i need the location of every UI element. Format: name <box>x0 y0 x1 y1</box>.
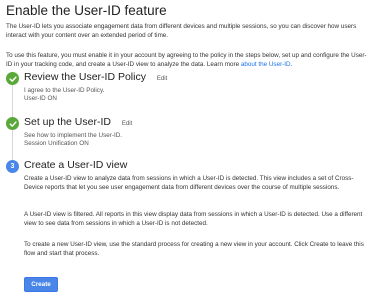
step-detail-line: User-ID ON <box>24 95 57 102</box>
step-title-text: Review the User-ID Policy <box>24 71 146 83</box>
step-title-review-policy: Review the User-ID Policy Edit <box>24 71 167 83</box>
step-connector-2 <box>12 130 13 160</box>
edit-link-review-policy[interactable]: Edit <box>157 76 167 82</box>
step-paragraph: A User-ID view is filtered. All reports … <box>24 211 363 228</box>
step-title-text: Set up the User-ID <box>24 116 111 128</box>
step-title-setup-user-id: Set up the User-ID Edit <box>24 116 132 128</box>
step-detail-line: Session Unification ON <box>24 140 89 147</box>
create-button[interactable]: Create <box>24 277 58 292</box>
step-details-review-policy: I agree to the User-ID Policy. User-ID O… <box>24 87 104 103</box>
checkmark-icon <box>6 117 19 130</box>
step-detail-line: See how to implement the User-ID. <box>24 132 122 139</box>
edit-link-setup-user-id[interactable]: Edit <box>122 121 132 127</box>
step-paragraph: To create a new User-ID view, use the st… <box>24 241 364 258</box>
page-title: Enable the User-ID feature <box>6 3 167 18</box>
step-title-create-view: Create a User-ID view <box>24 159 128 171</box>
step-details-setup-user-id: See how to implement the User-ID. Sessio… <box>24 132 122 148</box>
step-detail-line: I agree to the User-ID Policy. <box>24 87 105 94</box>
step-number: 3 <box>10 163 15 170</box>
checkmark-icon <box>6 72 19 85</box>
user-id-setup-page: Enable the User-ID feature The User-ID l… <box>0 0 376 300</box>
intro-text: The User-ID lets you associate engagemen… <box>6 23 357 40</box>
intro-text-2: To use this feature, you must enable it … <box>6 51 372 70</box>
intro-text-2-body: To use this feature, you must enable it … <box>6 52 367 69</box>
learn-more-link[interactable]: about the User-ID. <box>241 61 292 68</box>
step-number-icon: 3 <box>6 160 19 173</box>
step-connector-1 <box>12 85 13 117</box>
step-paragraph: Create a User-ID view to analyze data fr… <box>24 175 354 192</box>
